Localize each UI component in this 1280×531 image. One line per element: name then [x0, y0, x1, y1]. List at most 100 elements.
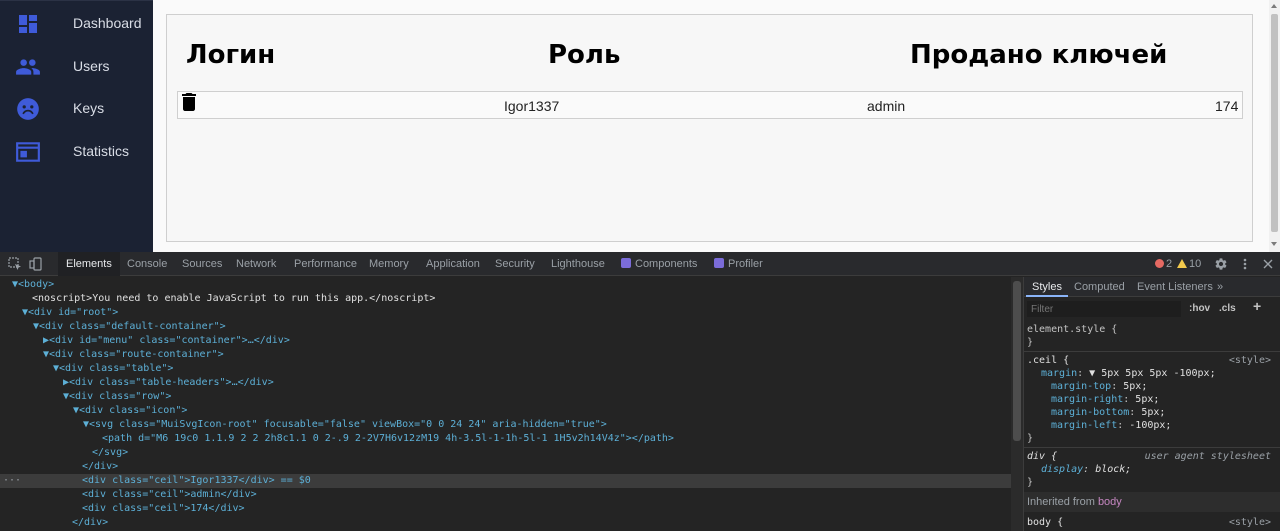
statistics-icon	[14, 139, 42, 165]
property-value: -100px;	[1129, 420, 1172, 431]
rule-source-link[interactable]: <style>	[1229, 354, 1271, 367]
tab-security[interactable]: Security	[487, 252, 543, 276]
close-icon[interactable]	[1261, 257, 1275, 271]
dom-node[interactable]: ▼<div class="row">	[0, 390, 1011, 404]
tab-application[interactable]: Application	[418, 252, 488, 276]
tab-performance[interactable]: Performance	[286, 252, 365, 276]
class-toggle-button[interactable]: .cls	[1219, 301, 1236, 317]
selector-text: .ceil {	[1027, 355, 1070, 366]
error-icon	[1155, 259, 1164, 268]
column-header-sold: Продано ключей	[910, 40, 1168, 70]
dom-scrollbar[interactable]	[1011, 277, 1023, 531]
divider	[1024, 351, 1280, 352]
warning-count: 10	[1189, 258, 1202, 270]
dom-node[interactable]: <div class="ceil">admin</div>	[0, 488, 1011, 502]
inspect-element-icon[interactable]	[8, 257, 22, 271]
dom-tree[interactable]: ▼<body> <noscript>You need to enable Jav…	[0, 277, 1011, 531]
app-window: Dashboard Users Keys Statistics Логин Ро…	[0, 0, 1280, 252]
dom-node[interactable]: </svg>	[0, 446, 1011, 460]
tab-network[interactable]: Network	[228, 252, 284, 276]
dom-node[interactable]: ▼<div id="root">	[0, 306, 1011, 320]
styles-filter-input[interactable]	[1027, 301, 1181, 317]
dom-node-text: ▶<div id="menu" class="container">…</div…	[43, 335, 290, 346]
property-name: margin-left	[1051, 420, 1118, 431]
dom-node[interactable]: <noscript>You need to enable JavaScript …	[0, 292, 1011, 306]
dom-node[interactable]: ▼<svg class="MuiSvgIcon-root" focusable=…	[0, 418, 1011, 432]
ceil-rule-selector[interactable]: .ceil { <style>	[1027, 354, 1277, 367]
tab-sources[interactable]: Sources	[174, 252, 230, 276]
error-counter[interactable]: 2	[1155, 252, 1172, 276]
more-options-icon[interactable]	[1238, 257, 1252, 271]
tab-styles[interactable]: Styles	[1026, 277, 1068, 297]
selector-text: body {	[1027, 517, 1064, 528]
css-property[interactable]: margin-top: 5px;	[1027, 380, 1277, 393]
styles-pane: Styles Computed Event Listeners » :hov .…	[1023, 277, 1280, 531]
error-count: 2	[1166, 258, 1173, 270]
dom-node[interactable]: ▼<div class="default-container">	[0, 320, 1011, 334]
selector-text: div {	[1027, 451, 1058, 462]
device-toolbar-icon[interactable]	[29, 257, 43, 271]
dom-node-text: ▼<div class="default-container">	[33, 321, 226, 332]
rule-source-link[interactable]: <style>	[1229, 516, 1271, 529]
sidebar-item-dashboard[interactable]: Dashboard	[0, 3, 153, 43]
tab-elements[interactable]: Elements	[58, 252, 120, 276]
tab-lighthouse[interactable]: Lighthouse	[543, 252, 613, 276]
tab-components[interactable]: Components	[613, 252, 705, 276]
dom-node-text: ▼<div id="root">	[22, 307, 119, 318]
body-rule-selector[interactable]: body { <style>	[1027, 516, 1277, 529]
warning-counter[interactable]: 10	[1177, 252, 1201, 276]
sidebar-item-label: Statistics	[73, 143, 130, 159]
tab-profiler[interactable]: Profiler	[706, 252, 771, 276]
tab-more[interactable]: »	[1211, 277, 1229, 297]
css-property[interactable]: margin: ▼ 5px 5px 5px -100px;	[1027, 367, 1277, 380]
settings-gear-icon[interactable]	[1214, 257, 1228, 271]
add-rule-button[interactable]: +	[1253, 298, 1261, 314]
react-icon	[621, 258, 631, 268]
dom-node[interactable]: ▼<div class="table">	[0, 362, 1011, 376]
dom-node[interactable]: ▼<div class="icon">	[0, 404, 1011, 418]
inherited-from-link[interactable]: body	[1098, 496, 1122, 508]
property-value: 5px;	[1123, 381, 1148, 392]
dom-node-text: ▶<div class="table-headers">…</div>	[63, 377, 274, 388]
dom-node[interactable]: ▶<div id="menu" class="container">…</div…	[0, 334, 1011, 348]
dom-node[interactable]: </div>	[0, 516, 1011, 530]
css-property: display: block;	[1041, 464, 1132, 475]
scroll-up-icon[interactable]	[1271, 4, 1277, 8]
tab-event-listeners[interactable]: Event Listeners	[1131, 277, 1219, 297]
dom-node[interactable]: ▼<div class="route-container">	[0, 348, 1011, 362]
scroll-thumb[interactable]	[1271, 14, 1278, 232]
dom-node[interactable]: <path d="M6 19c0 1.1.9 2 2 2h8c1.1 0 2-.…	[0, 432, 1011, 446]
tab-console[interactable]: Console	[119, 252, 175, 276]
page-scrollbar[interactable]	[1269, 0, 1280, 252]
sidebar-item-keys[interactable]: Keys	[0, 88, 153, 128]
sidebar-item-users[interactable]: Users	[0, 46, 153, 86]
element-style-rule[interactable]: element.style {	[1027, 323, 1277, 336]
dom-node-selected[interactable]: ··· <div class="ceil">Igor1337</div> == $…	[0, 474, 1011, 488]
sidebar-item-statistics[interactable]: Statistics	[0, 131, 153, 171]
dom-node[interactable]: ▶<div class="table-headers">…</div>	[0, 376, 1011, 390]
css-property[interactable]: margin-right: 5px;	[1027, 393, 1277, 406]
dom-node[interactable]: </div>	[0, 460, 1011, 474]
sidebar: Dashboard Users Keys Statistics	[0, 0, 153, 252]
scroll-down-icon[interactable]	[1271, 242, 1277, 246]
rule-close: }	[1027, 337, 1034, 348]
devtools-panel: Elements Console Sources Network Perform…	[0, 252, 1280, 531]
dom-node-text: </svg>	[92, 447, 129, 458]
sidebar-item-label: Dashboard	[73, 15, 142, 31]
scroll-thumb[interactable]	[1013, 281, 1021, 441]
dom-node-text: ▼<div class="icon">	[73, 405, 188, 416]
trash-icon[interactable]	[182, 93, 196, 111]
users-icon	[14, 54, 42, 80]
tab-computed[interactable]: Computed	[1068, 277, 1131, 297]
dom-node-text: <div class="ceil">admin</div>	[82, 489, 257, 500]
css-property[interactable]: margin-bottom: 5px;	[1027, 406, 1277, 419]
dom-node[interactable]: ▼<body>	[0, 278, 1011, 292]
css-property[interactable]: margin-left: -100px;	[1027, 419, 1277, 432]
react-icon	[714, 258, 724, 268]
ellipsis-icon[interactable]: ···	[3, 474, 21, 488]
div-rule-selector[interactable]: div {user agent stylesheet	[1027, 450, 1277, 463]
tab-label: Components	[635, 258, 698, 270]
dom-node[interactable]: <div class="ceil">174</div>	[0, 502, 1011, 516]
tab-memory[interactable]: Memory	[361, 252, 417, 276]
hover-state-button[interactable]: :hov	[1189, 301, 1210, 317]
